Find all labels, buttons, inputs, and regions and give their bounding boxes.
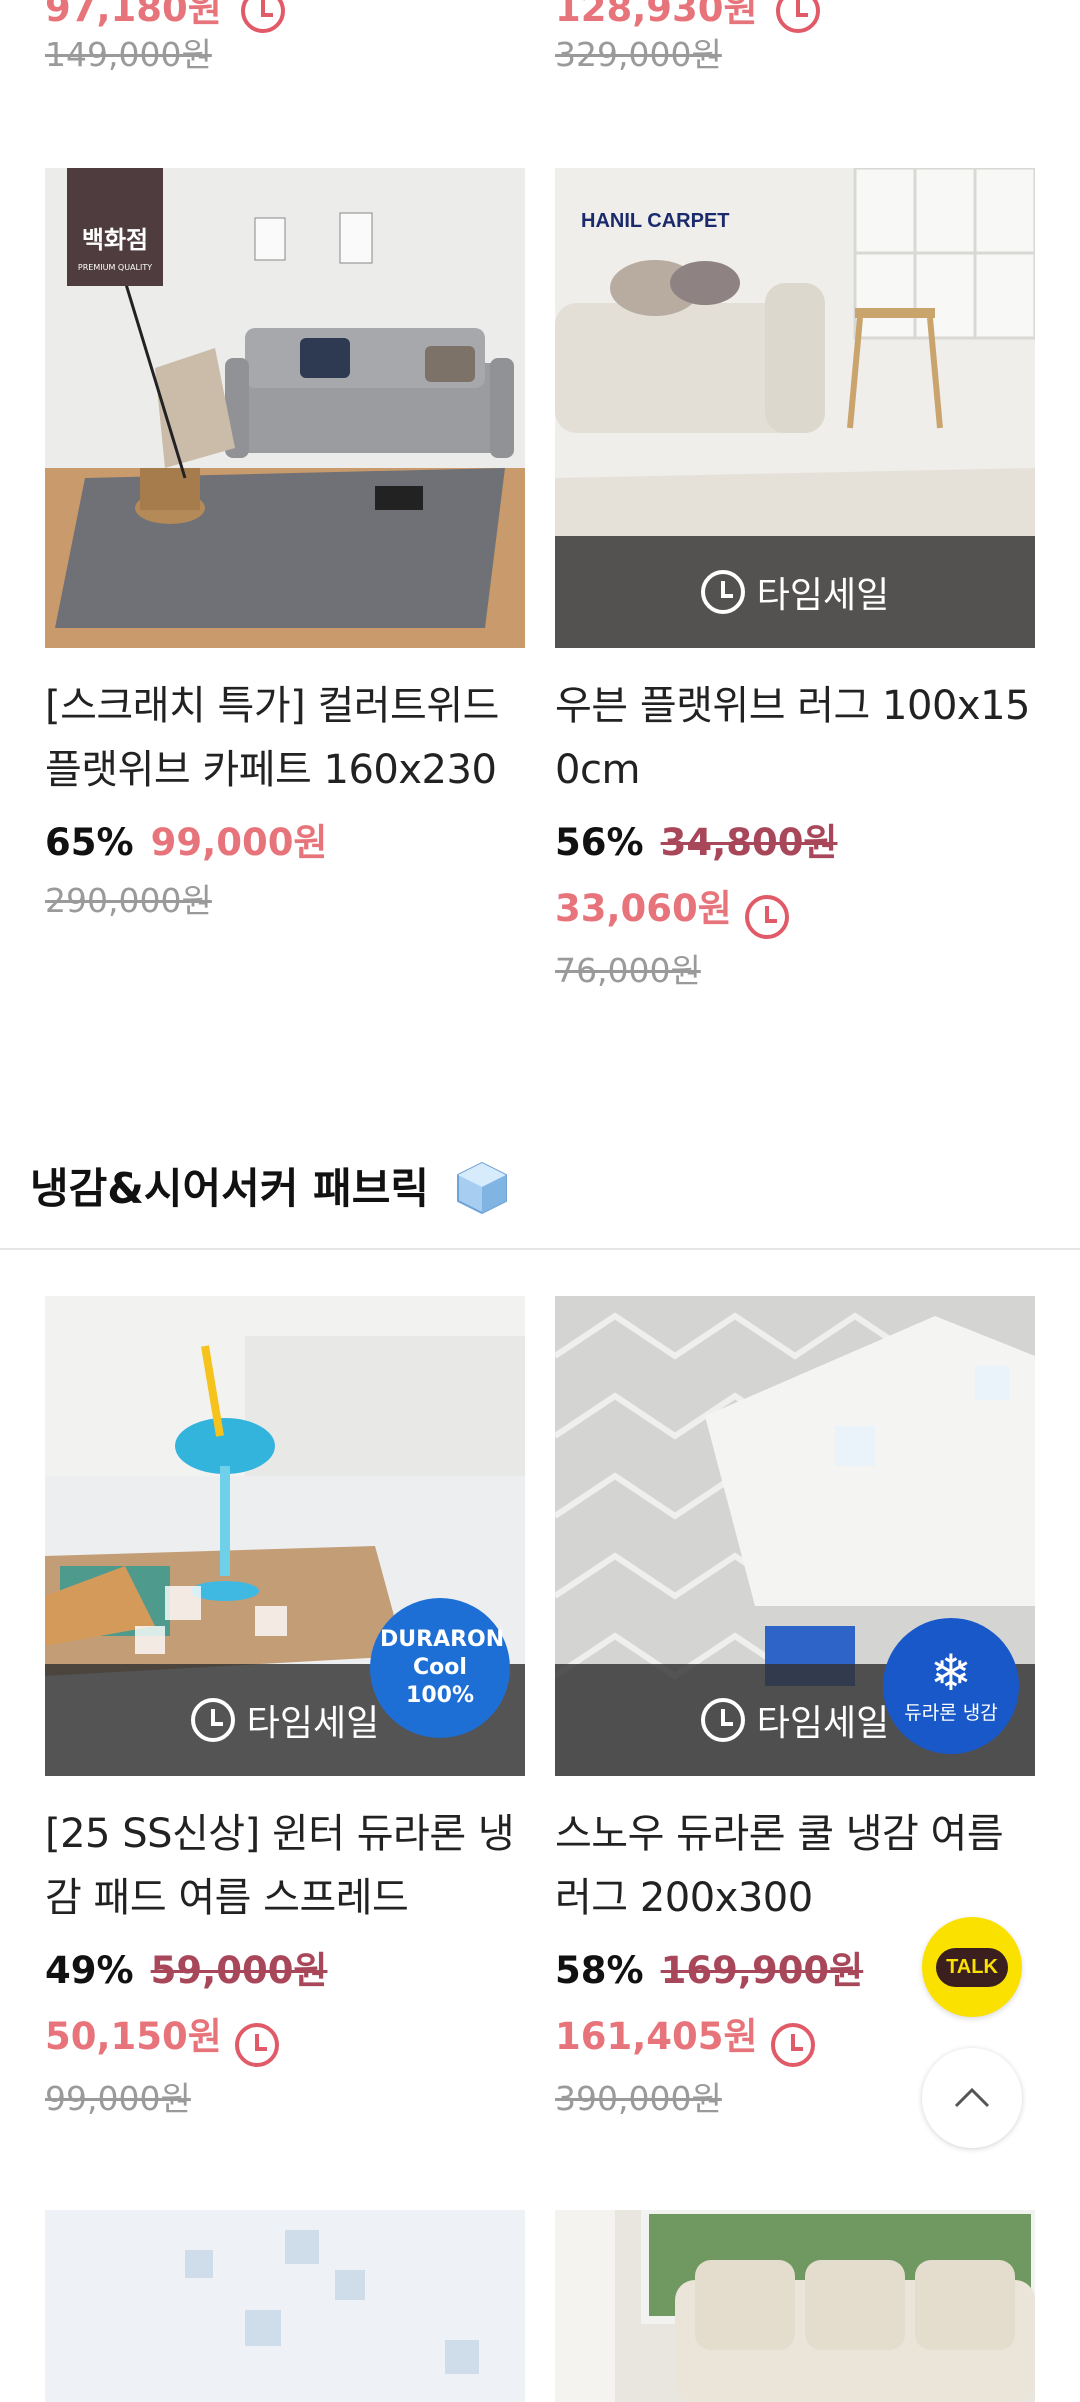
discount-rate: 58%	[555, 1949, 644, 1992]
duraron-cool-badge: ❄ 듀라론 냉감	[883, 1618, 1019, 1754]
clock-icon	[770, 2022, 815, 2067]
badge-sublabel: PREMIUM QUALITY	[77, 263, 153, 272]
discount-rate: 65%	[45, 821, 134, 864]
top-right-original: 329,000원	[555, 35, 722, 74]
list-price: 34,800원	[660, 821, 838, 864]
product-image[interactable]: 백화점 PREMIUM QUALITY	[45, 168, 525, 648]
product-image[interactable]: 타임세일 DURARON Cool 100%	[45, 1296, 525, 1776]
timesale-price-row: 33,060원	[555, 878, 789, 939]
timesale-label: 타임세일	[246, 1703, 380, 1744]
timesale-label: 타임세일	[756, 1703, 890, 1744]
ice-fabric-photo	[45, 2210, 525, 2402]
top-right-price-text: 128,930원	[555, 0, 758, 30]
clock-icon	[190, 1698, 235, 1742]
ice-cube-icon	[454, 1159, 510, 1225]
price-row: 58% 169,900원	[555, 1940, 863, 1994]
product-title[interactable]: [스크래치 특가] 컬러트위드 플랫위브 카페트 160x230	[45, 674, 525, 802]
clock-icon	[700, 570, 745, 614]
top-left-price-text: 97,180원	[45, 0, 222, 30]
product-image[interactable]	[555, 2210, 1035, 2402]
duraron-badge: DURARON Cool 100%	[370, 1598, 510, 1738]
scroll-to-top-button[interactable]	[922, 2048, 1022, 2148]
sale-price: 50,150원	[45, 2015, 222, 2058]
talk-bubble-icon: TALK	[936, 1947, 1008, 1987]
timesale-price-row: 161,405원	[555, 2006, 815, 2067]
clock-icon	[240, 0, 285, 33]
product-image[interactable]: HANIL CARPET 타임세일	[555, 168, 1035, 648]
badge-text: 듀라론 냉감	[904, 1701, 998, 1724]
discount-rate: 49%	[45, 1949, 134, 1992]
product-title[interactable]: [25 SS신상] 윈터 듀라론 냉감 패드 여름 스프레드	[45, 1802, 525, 1930]
chevron-up-icon	[954, 2087, 990, 2108]
list-price: 169,900원	[660, 1949, 864, 1992]
badge-text: DURARON Cool 100%	[380, 1627, 505, 1708]
original-price: 290,000원	[45, 881, 212, 920]
section-divider	[0, 1248, 1080, 1250]
section-header: 냉감&시어서커 패브릭	[30, 1155, 510, 1225]
timesale-overlay: 타임세일	[555, 536, 1035, 648]
timesale-label: 타임세일	[756, 575, 890, 616]
product-image[interactable]: 타임세일 ❄ 듀라론 냉감	[555, 1296, 1035, 1776]
department-store-badge: 백화점 PREMIUM QUALITY	[67, 168, 163, 286]
original-price: 390,000원	[555, 2079, 722, 2118]
timesale-price-row: 50,150원	[45, 2006, 279, 2067]
sale-price: 99,000원	[150, 821, 328, 864]
talk-label: TALK	[946, 1955, 998, 1978]
clock-icon	[700, 1698, 745, 1742]
price-row: 65% 99,000원	[45, 812, 327, 866]
price-row: 49% 59,000원	[45, 1940, 327, 1994]
original-price: 99,000원	[45, 2079, 191, 2118]
badge-label: 백화점	[81, 226, 149, 254]
section-title: 냉감&시어서커 패브릭	[30, 1164, 430, 1213]
clock-icon	[744, 894, 789, 939]
discount-rate: 56%	[555, 821, 644, 864]
kakao-talk-button[interactable]: TALK	[922, 1917, 1022, 2017]
clock-icon	[776, 0, 821, 33]
sale-price: 161,405원	[555, 2015, 758, 2058]
clock-icon	[234, 2022, 279, 2067]
price-row: 56% 34,800원	[555, 812, 837, 866]
hanil-carpet-logo-text: HANIL CARPET	[581, 210, 730, 232]
list-price: 59,000원	[150, 1949, 328, 1992]
original-price: 76,000원	[555, 951, 701, 990]
product-image[interactable]	[45, 2210, 525, 2402]
sofa-window-photo	[555, 2210, 1035, 2402]
snowflake-icon: ❄	[930, 1643, 972, 1702]
sale-price: 33,060원	[555, 887, 732, 930]
brand-logo: HANIL CARPET	[581, 210, 730, 233]
product-title[interactable]: 스노우 듀라론 쿨 냉감 여름 러그 200x300	[555, 1802, 1035, 1930]
top-left-original: 149,000원	[45, 35, 212, 74]
product-title[interactable]: 우븐 플랫위브 러그 100x150cm	[555, 674, 1035, 802]
